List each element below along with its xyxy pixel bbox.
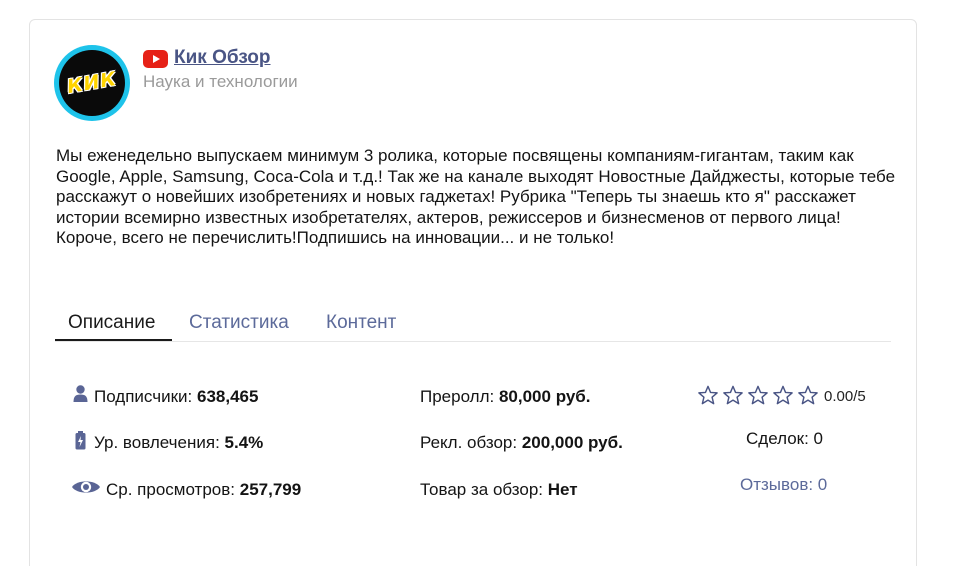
star-icon[interactable] <box>772 385 794 405</box>
tab-content[interactable]: Контент <box>326 312 396 334</box>
star-icon[interactable] <box>722 385 744 405</box>
tab-description[interactable]: Описание <box>68 312 155 334</box>
star-icon[interactable] <box>697 385 719 405</box>
product-review-label: Товар за обзор: <box>420 480 544 499</box>
channel-avatar[interactable]: КИК <box>54 45 130 121</box>
engagement-stat: Ур. вовлечения: 5.4% <box>94 433 263 453</box>
preroll-stat: Преролл: 80,000 руб. <box>420 387 591 407</box>
ad-review-label: Рекл. обзор: <box>420 433 518 452</box>
channel-name-link[interactable]: Кик Обзор <box>174 47 271 69</box>
avg-views-value: 257,799 <box>239 480 302 499</box>
subscribers-value: 638,465 <box>196 387 259 406</box>
preroll-label: Преролл: <box>420 387 495 406</box>
ad-review-value: 200,000 руб. <box>521 433 623 452</box>
avg-views-stat: Ср. просмотров: 257,799 <box>106 480 301 500</box>
star-icon[interactable] <box>797 385 819 405</box>
youtube-icon <box>143 50 168 68</box>
subscribers-stat: Подписчики: 638,465 <box>94 387 258 407</box>
channel-category: Наука и технологии <box>143 72 298 91</box>
tab-statistics[interactable]: Статистика <box>189 312 289 334</box>
product-review-value: Нет <box>547 480 578 499</box>
user-icon <box>73 385 88 402</box>
eye-icon <box>72 481 100 493</box>
subscribers-label: Подписчики: <box>94 387 193 406</box>
engagement-label: Ур. вовлечения: <box>94 433 220 452</box>
ad-review-stat: Рекл. обзор: 200,000 руб. <box>420 433 623 453</box>
rating-stars[interactable] <box>697 385 819 405</box>
avatar-logo: КИК <box>59 50 125 116</box>
logo-text: КИК <box>65 67 119 99</box>
reviews-link[interactable]: Отзывов: 0 <box>740 475 827 495</box>
active-tab-indicator <box>55 339 172 341</box>
channel-description: Мы еженедельно выпускаем минимум 3 ролик… <box>56 146 896 247</box>
preroll-value: 80,000 руб. <box>498 387 591 406</box>
avg-views-label: Ср. просмотров: <box>106 480 236 499</box>
engagement-value: 5.4% <box>224 433 264 452</box>
star-icon[interactable] <box>747 385 769 405</box>
tabs-bar: Описание Статистика Контент <box>55 302 891 342</box>
deals-count: Сделок: 0 <box>746 429 823 448</box>
rating-value: 0.00/5 <box>824 388 866 405</box>
battery-icon <box>75 431 86 450</box>
product-review-stat: Товар за обзор: Нет <box>420 480 578 500</box>
